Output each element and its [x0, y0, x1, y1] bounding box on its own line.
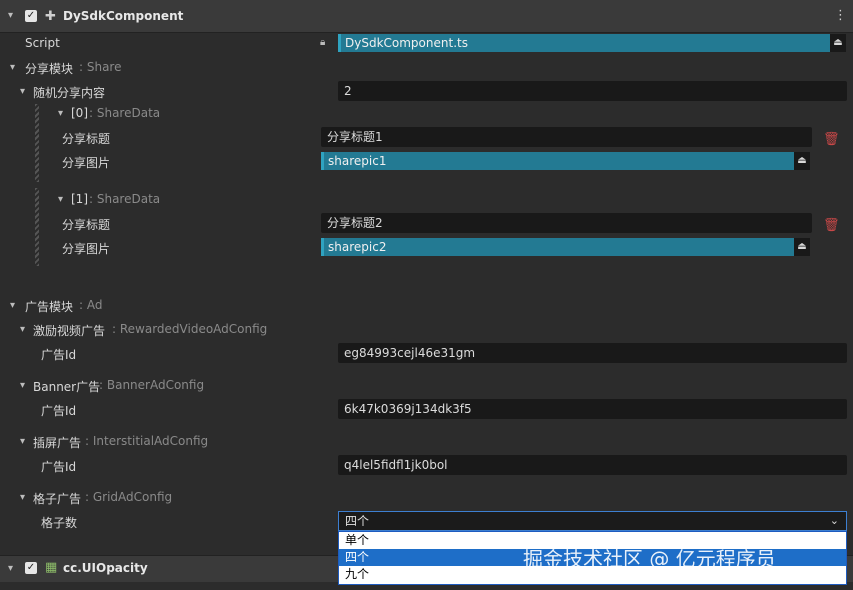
share-title-label: 分享标题 [62, 218, 111, 232]
component-title: DySdkComponent [63, 9, 184, 23]
ad-id-label: 广告Id [41, 404, 77, 418]
array-guide [35, 104, 39, 182]
array-guide [35, 188, 39, 266]
banner-ad-type: : BannerAdConfig [99, 378, 205, 392]
rewarded-ad-label: 激励视频广告 [33, 324, 106, 338]
chevron-down-icon[interactable]: ▾ [20, 325, 25, 335]
script-label: Script [25, 36, 60, 50]
ad-id-label: 广告Id [41, 460, 77, 474]
share-pic-label: 分享图片 [62, 156, 111, 170]
share-title-input[interactable]: 分享标题1 [321, 127, 812, 147]
chevron-down-icon[interactable]: ▾ [10, 63, 15, 73]
share-item-index: [1] [71, 192, 88, 206]
chevron-down-icon[interactable]: ▾ [58, 195, 63, 205]
share-item-type: : ShareData [89, 192, 161, 206]
share-pic-asset-field[interactable]: sharepic1 [321, 152, 794, 170]
script-asset-field[interactable]: DySdkComponent.ts [338, 34, 830, 52]
enable-checkbox[interactable]: ✓ [25, 562, 37, 574]
share-module-label: 分享模块 [25, 62, 74, 76]
trash-icon[interactable]: 🗑︎ [823, 218, 840, 233]
interstitial-ad-label: 插屏广告 [33, 436, 82, 450]
component-title: cc.UIOpacity [63, 561, 148, 575]
asset-picker-icon[interactable]: ⏏ [830, 34, 846, 52]
grid-count-selected-value: 四个 [345, 514, 370, 528]
grid-ad-type: : GridAdConfig [85, 490, 173, 504]
component-header[interactable]: ▾ ✓ ✚ DySdkComponent ⋮ [0, 0, 853, 33]
grid-count-label: 格子数 [41, 516, 78, 530]
interstitial-ad-type: : InterstitialAdConfig [85, 434, 209, 448]
share-module-type: : Share [79, 60, 122, 74]
banner-ad-label: Banner广告 [33, 380, 101, 394]
banner-ad-id-input[interactable]: 6k47k0369j134dk3f5 [338, 399, 847, 419]
trash-icon[interactable]: 🗑︎ [823, 132, 840, 147]
chevron-down-icon[interactable]: ▾ [10, 301, 15, 311]
rewarded-ad-type: : RewardedVideoAdConfig [112, 322, 268, 336]
more-options-icon[interactable]: ⋮ [834, 8, 847, 23]
grid-count-select[interactable]: 四个 ⌄ [338, 511, 847, 531]
lock-icon: 🔒︎ [320, 37, 326, 48]
watermark-text: 掘金技术社区 @ 亿元程序员 [523, 547, 776, 571]
chevron-down-icon[interactable]: ▾ [8, 564, 13, 574]
share-title-input[interactable]: 分享标题2 [321, 213, 812, 233]
ad-id-label: 广告Id [41, 348, 77, 362]
chevron-down-icon[interactable]: ▾ [20, 381, 25, 391]
share-pic-asset-field[interactable]: sharepic2 [321, 238, 794, 256]
random-share-count-input[interactable]: 2 [338, 81, 847, 101]
chevron-down-icon[interactable]: ▾ [58, 109, 63, 119]
chevron-down-icon[interactable]: ▾ [20, 493, 25, 503]
asset-picker-icon[interactable]: ⏏ [794, 238, 810, 256]
random-share-label: 随机分享内容 [33, 86, 106, 100]
ad-module-type: : Ad [79, 298, 103, 312]
grid-ad-label: 格子广告 [33, 492, 82, 506]
share-item-index: [0] [71, 106, 88, 120]
puzzle-icon: ✚ [45, 9, 56, 24]
share-item-type: : ShareData [89, 106, 161, 120]
chevron-down-icon[interactable]: ⌄ [830, 512, 839, 530]
interstitial-ad-id-input[interactable]: q4lel5fidfl1jk0bol [338, 455, 847, 475]
chevron-down-icon[interactable]: ▾ [20, 87, 25, 97]
rewarded-ad-id-input[interactable]: eg84993cejl46e31gm [338, 343, 847, 363]
asset-picker-icon[interactable]: ⏏ [794, 152, 810, 170]
share-title-label: 分享标题 [62, 132, 111, 146]
share-pic-label: 分享图片 [62, 242, 111, 256]
chevron-down-icon[interactable]: ▾ [8, 11, 13, 21]
ad-module-label: 广告模块 [25, 300, 74, 314]
enable-checkbox[interactable]: ✓ [25, 10, 37, 22]
chevron-down-icon[interactable]: ▾ [20, 437, 25, 447]
opacity-icon: ▦ [45, 560, 58, 575]
